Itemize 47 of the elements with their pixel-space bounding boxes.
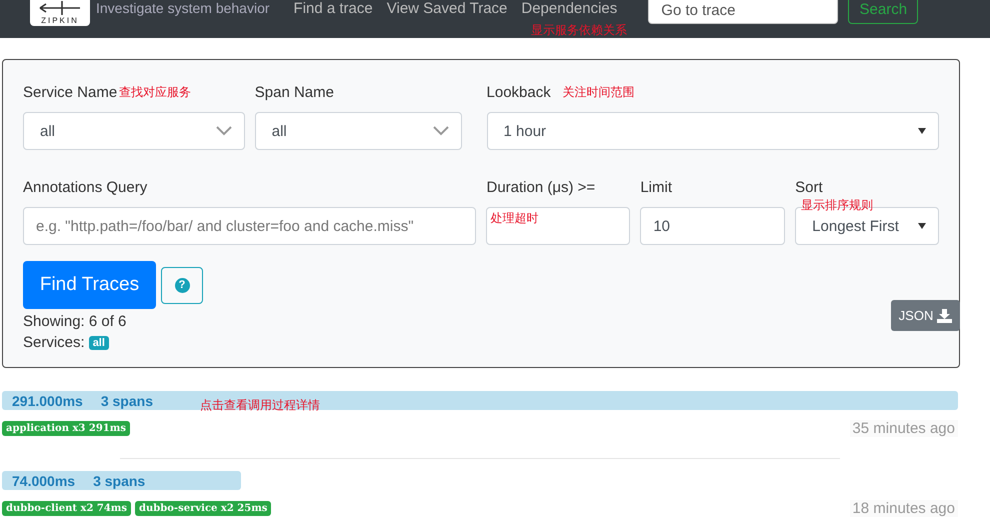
service-badge[interactable]: all <box>88 336 109 350</box>
annotation-note: 关注时间范围 <box>562 84 635 101</box>
lookback-select[interactable]: 1 hour <box>486 112 939 150</box>
services-label: Services: <box>23 334 85 351</box>
find-traces-button[interactable]: Find Traces <box>23 261 156 309</box>
chevron-down-icon <box>216 126 232 136</box>
service-badge: application x3 291ms <box>2 421 130 436</box>
service-select[interactable]: all <box>23 112 245 150</box>
duration-field[interactable] <box>486 207 630 245</box>
json-download-button[interactable]: JSON <box>891 300 960 331</box>
span-select[interactable]: all <box>254 112 462 150</box>
field-label: Lookback <box>486 84 551 101</box>
nav-link[interactable]: Dependencies <box>521 0 618 17</box>
caret-icon <box>918 223 926 229</box>
service-badge: dubbo-service x2 25ms <box>135 501 272 516</box>
trace-duration: 291.000ms <box>12 392 83 408</box>
field-label: Span Name <box>254 84 334 101</box>
go-to-trace-field[interactable]: Go to trace <box>648 0 838 24</box>
help-button[interactable]: ? <box>161 266 203 304</box>
annotation-note: 查找对应服务 <box>119 84 192 101</box>
duration-bar[interactable]: 74.000ms 3 spans <box>2 471 241 490</box>
field-label: Annotations Query <box>23 179 148 196</box>
chevron-down-icon <box>432 126 449 136</box>
annotations-query-field[interactable]: e.g. "http.path=/foo/bar/ and cluster=foo and cache.miss" <box>23 207 476 245</box>
field-label: Service Name <box>23 84 118 101</box>
logo[interactable]: ZIPKIN <box>30 0 90 26</box>
arrow-icon <box>38 1 82 15</box>
logo-text: ZIPKIN <box>41 16 79 25</box>
span-count: 3 spans <box>100 392 153 408</box>
nav-link[interactable]: View Saved Trace <box>386 0 508 17</box>
field-label: Limit <box>640 179 672 196</box>
annotation-note: 显示服务依赖关系 <box>531 22 627 38</box>
download-icon <box>937 308 952 322</box>
trace-time: 18 minutes ago <box>850 500 958 517</box>
showing-count: Showing: 6 of 6 <box>23 313 126 330</box>
tagline: Investigate system behavior <box>96 0 270 16</box>
field-label: Duration (μs) >= <box>486 179 596 196</box>
caret-icon <box>918 128 926 134</box>
nav-link[interactable]: Find a trace <box>294 0 373 17</box>
service-badge: dubbo-client x2 74ms <box>2 501 132 516</box>
trace-duration: 74.000ms <box>12 472 76 488</box>
limit-field[interactable]: 10 <box>640 207 786 245</box>
annotation-note: 处理超时 <box>490 210 538 227</box>
span-count: 3 spans <box>93 472 146 488</box>
trace-time: 35 minutes ago <box>850 420 958 437</box>
search-button[interactable]: Search <box>848 0 918 24</box>
field-label: Sort <box>795 179 823 196</box>
